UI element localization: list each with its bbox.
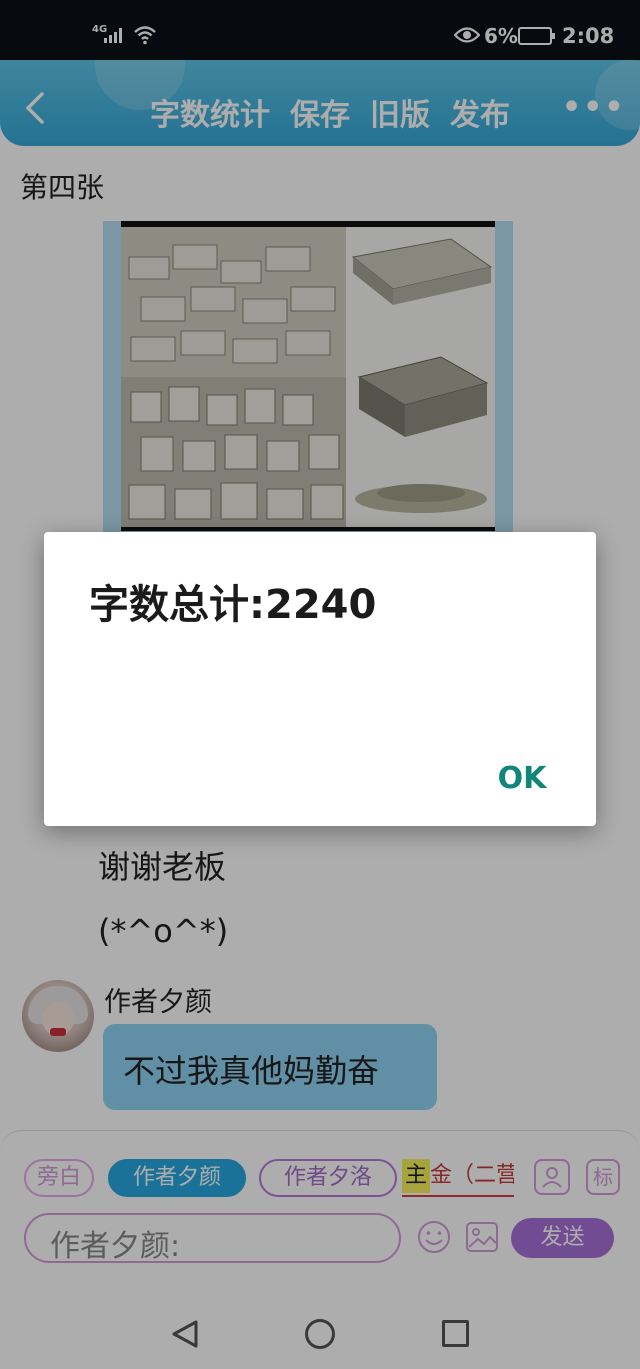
dialog-message: 字数总计:2240: [89, 582, 377, 628]
ok-button[interactable]: OK: [484, 757, 560, 801]
word-count-dialog: 字数总计:2240 OK: [44, 532, 596, 826]
